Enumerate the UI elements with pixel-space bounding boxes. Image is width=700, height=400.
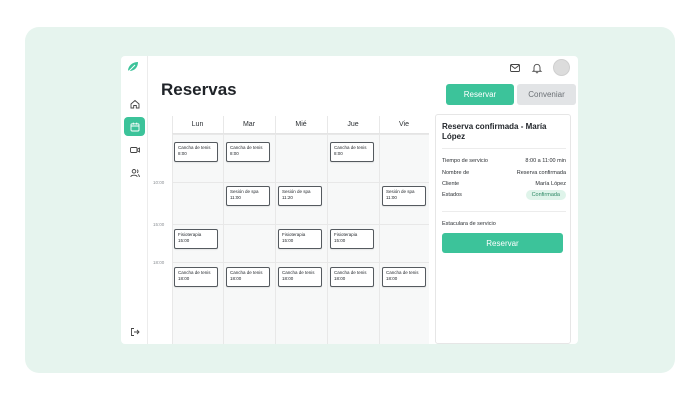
event-time: 11:20 (282, 195, 293, 200)
detail-row-name: Nombre de Reserva confirmada (442, 170, 566, 178)
sidebar (121, 56, 148, 344)
event-card[interactable]: Fisioterapia 15:00 (330, 229, 374, 249)
detail-row-client: Cliente María López (442, 181, 566, 189)
detail-row-time: Tiempo de servicio 8:00 a 11:00 min (442, 158, 566, 166)
detail-value: Reserva confirmada (516, 170, 566, 176)
day-header-mie[interactable]: Mié (275, 116, 327, 134)
nav-users[interactable] (124, 163, 145, 182)
nav-home[interactable] (124, 94, 145, 113)
event-card[interactable]: Cancha de tenis 18:00 (278, 267, 322, 287)
day-header-mar[interactable]: Mar (223, 116, 275, 134)
avatar[interactable] (553, 59, 570, 76)
event-time: 15:00 (282, 238, 294, 243)
event-card[interactable]: Sesión de spa 11:00 (226, 186, 270, 206)
event-card[interactable]: Cancha de tenis 8:00 (226, 142, 270, 162)
day-header-vie[interactable]: Vie (379, 116, 429, 134)
panel-divider (442, 211, 566, 212)
row-divider (172, 224, 429, 225)
service-section-label: Estaculara de servicio (442, 221, 496, 227)
page-title: Reservas (161, 80, 237, 99)
home-icon (130, 99, 139, 108)
row-divider (172, 182, 429, 183)
nav-logout[interactable] (124, 322, 145, 341)
time-label: 10:00 (153, 180, 165, 185)
day-header-lun[interactable]: Lun (172, 116, 223, 134)
nav-video[interactable] (124, 140, 145, 159)
calendar-grid: 10:00 15:00 18:00 Lun Mar Mié Jue Vie Ca… (153, 116, 429, 344)
event-time: 15:00 (334, 238, 346, 243)
calendar-icon (130, 122, 139, 131)
detail-label: Nombre de (442, 170, 470, 176)
detail-label: Cliente (442, 181, 460, 187)
event-card[interactable]: Cancha de tenis 18:00 (226, 267, 270, 287)
event-time: 18:00 (386, 276, 398, 281)
event-card[interactable]: Sesión de spa 11:20 (278, 186, 322, 206)
event-card[interactable]: Cancha de tenis 8:00 (330, 142, 374, 162)
detail-value: 8:00 a 11:00 min (525, 158, 566, 164)
event-time: 18:00 (178, 276, 190, 281)
event-card[interactable]: Fisioterapia 15:00 (174, 229, 218, 249)
video-icon (129, 146, 140, 153)
event-time: 8:00 (178, 151, 187, 156)
app-window: Reservas Reservar Conveniar 10:00 15:00 … (121, 56, 578, 344)
panel-reserve-button[interactable]: Reservar (442, 233, 563, 253)
event-card[interactable]: Cancha de tenis 8:00 (174, 142, 218, 162)
event-time: 11:00 (386, 195, 397, 200)
col-divider (379, 116, 380, 344)
detail-label: Tiempo de servicio (442, 158, 488, 164)
nav-calendar[interactable] (124, 117, 145, 136)
row-divider (172, 262, 429, 263)
detail-row-status: Estados Confirmada (442, 190, 566, 200)
bell-icon[interactable] (531, 62, 543, 74)
event-card[interactable]: Sesión de spa 11:00 (382, 186, 426, 206)
col-divider (223, 116, 224, 344)
row-divider (172, 134, 429, 135)
reserve-button[interactable]: Reservar (446, 84, 514, 105)
col-divider (327, 116, 328, 344)
event-time: 15:00 (178, 238, 190, 243)
event-time: 11:00 (230, 195, 241, 200)
logout-icon (130, 327, 140, 336)
event-card[interactable]: Cancha de tenis 18:00 (330, 267, 374, 287)
reservation-detail-panel: Reserva confirmada - María López Tiempo … (435, 114, 571, 344)
event-time: 8:00 (334, 151, 343, 156)
event-card[interactable]: Cancha de tenis 18:00 (174, 267, 218, 287)
event-time: 18:00 (282, 276, 294, 281)
panel-divider (442, 148, 566, 149)
panel-title: Reserva confirmada - María López (442, 122, 547, 141)
event-time: 18:00 (230, 276, 242, 281)
header-actions (509, 59, 570, 76)
convene-button[interactable]: Conveniar (517, 84, 576, 105)
col-divider (275, 116, 276, 344)
users-icon (129, 168, 140, 177)
col-divider (172, 116, 173, 344)
detail-value: María López (535, 181, 566, 187)
leaf-logo-icon (128, 62, 138, 72)
time-label: 15:00 (153, 222, 165, 227)
event-time: 18:00 (334, 276, 346, 281)
event-card[interactable]: Cancha de tenis 18:00 (382, 267, 426, 287)
status-badge: Confirmada (525, 190, 566, 200)
event-time: 8:00 (230, 151, 239, 156)
detail-label: Estados (442, 192, 462, 198)
day-header-jue[interactable]: Jue (327, 116, 379, 134)
time-label: 18:00 (153, 260, 165, 265)
mail-icon[interactable] (509, 62, 521, 74)
event-card[interactable]: Fisioterapia 15:00 (278, 229, 322, 249)
